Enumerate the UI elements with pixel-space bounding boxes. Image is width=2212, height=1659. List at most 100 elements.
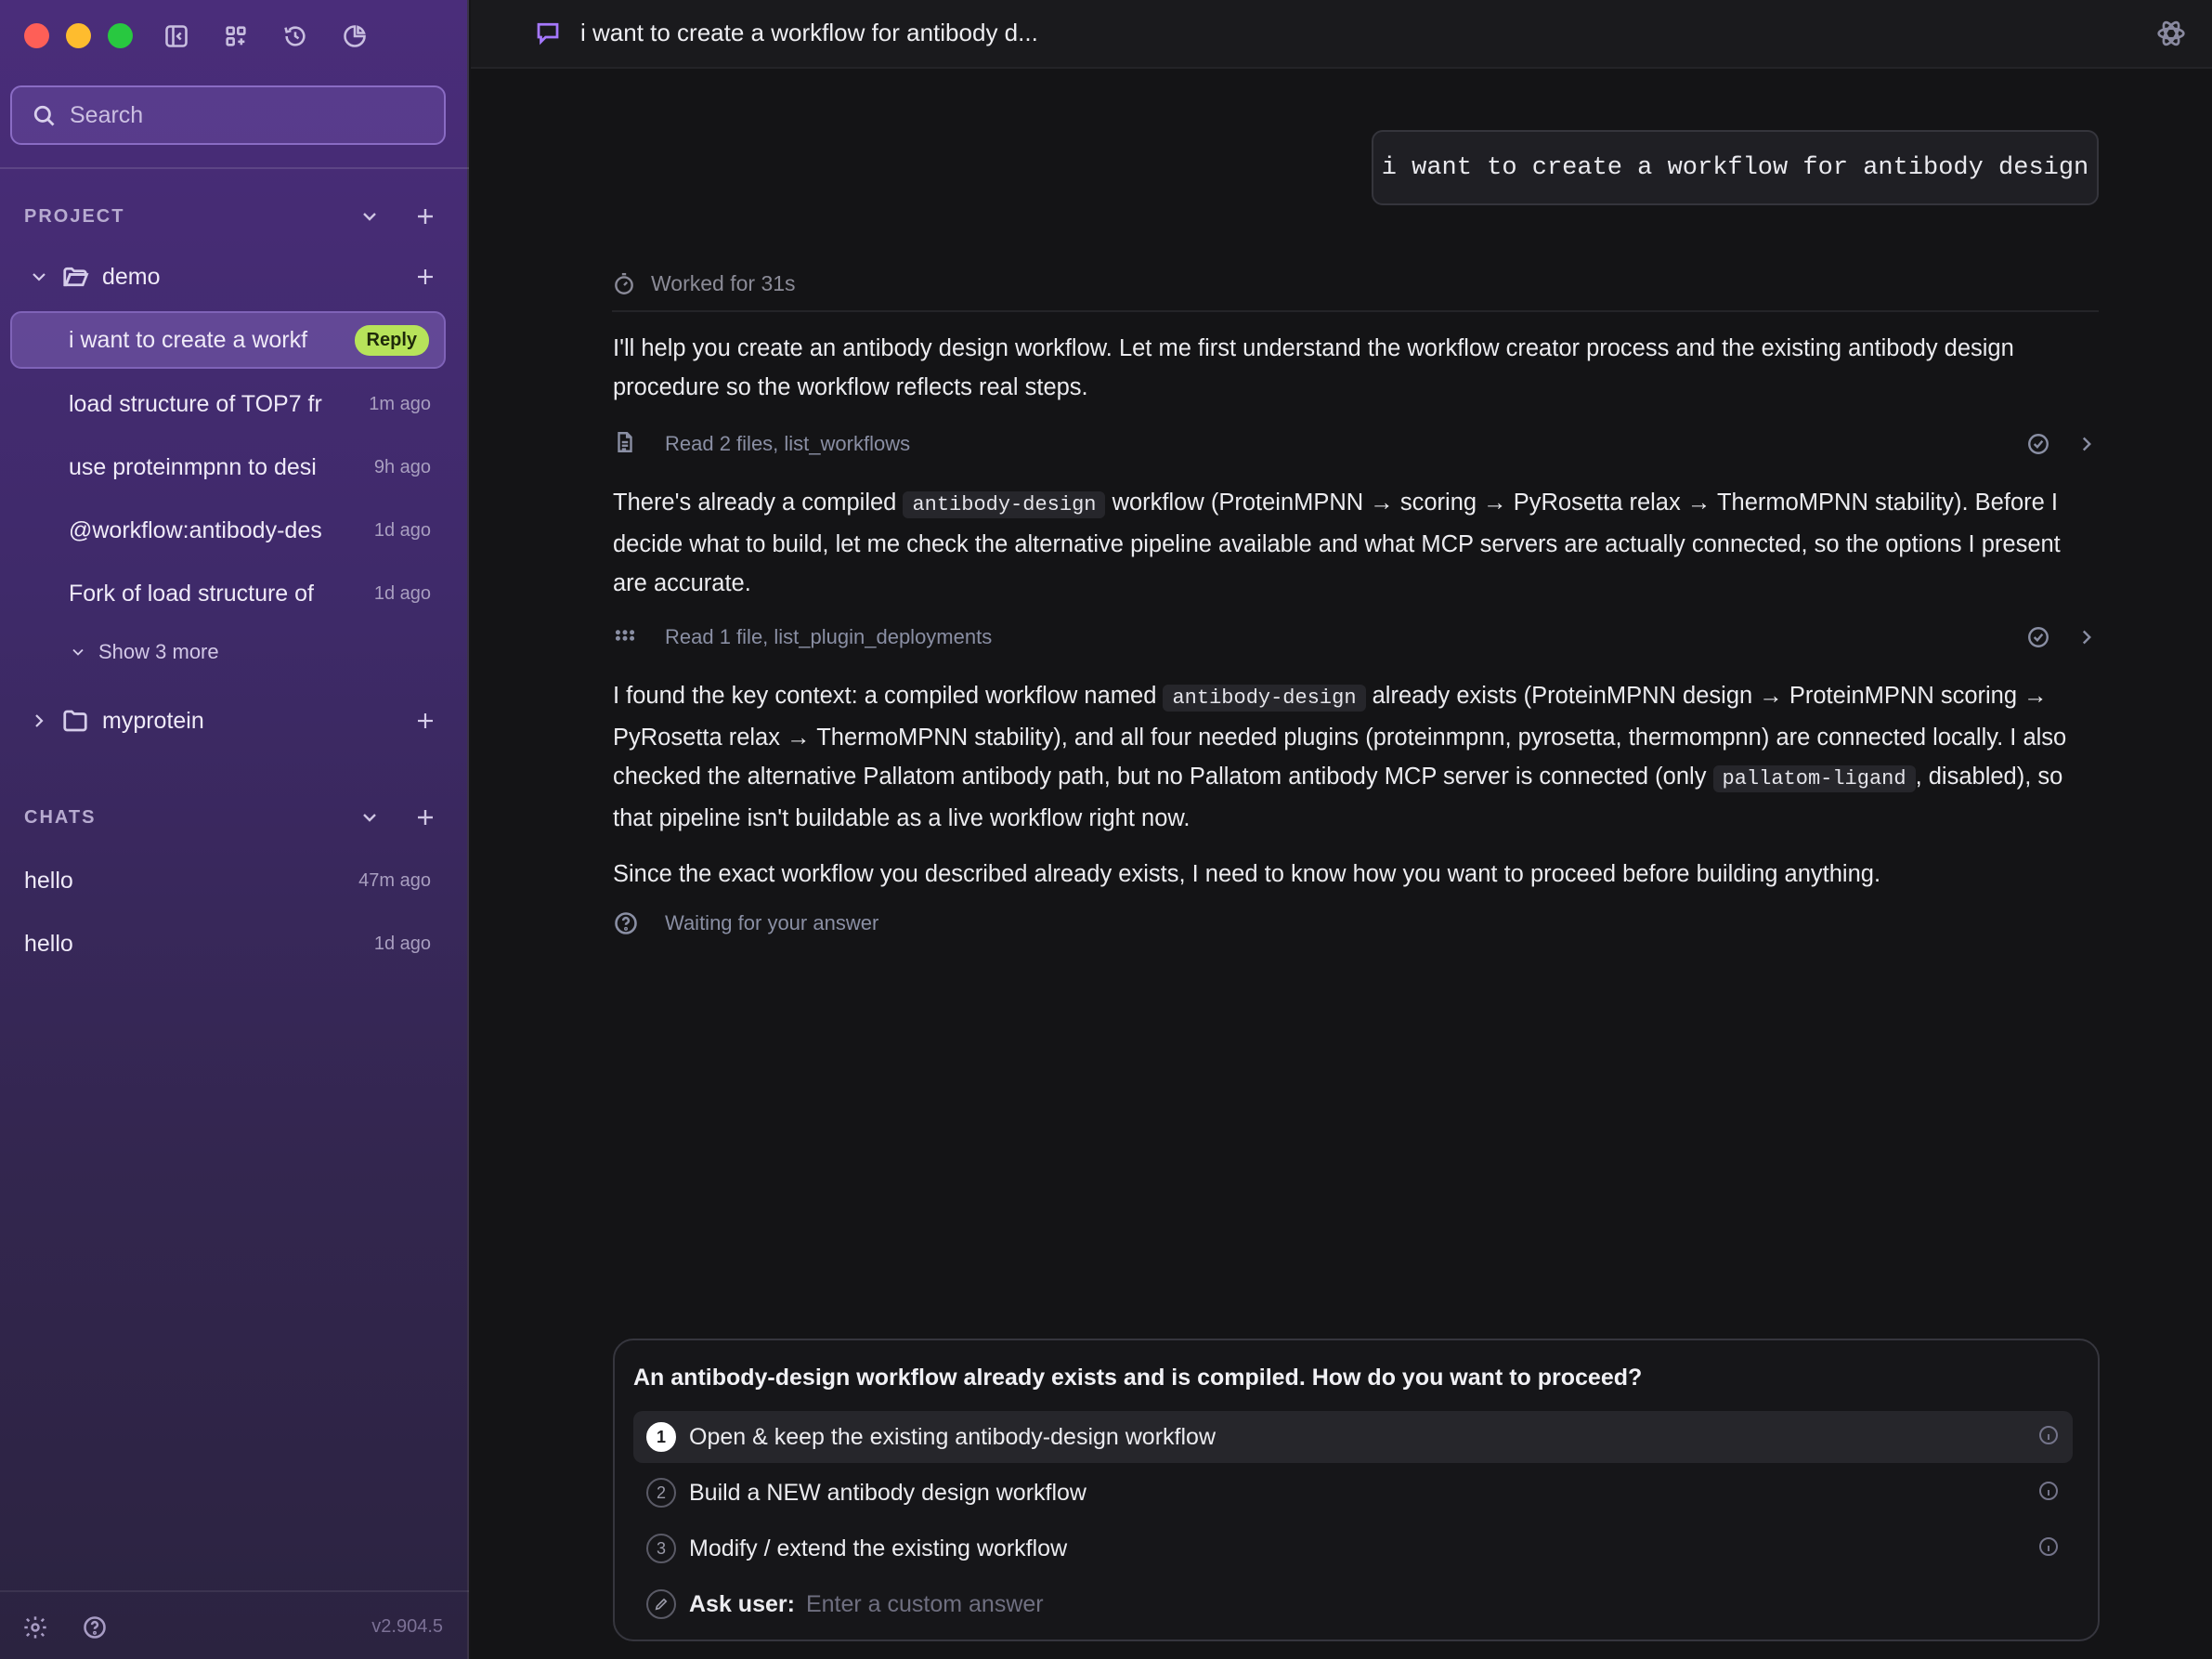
chevron-right-icon[interactable] bbox=[28, 710, 50, 732]
sidebar-item-time: 9h ago bbox=[373, 456, 431, 477]
sidebar-item-label: Fork of load structure of bbox=[69, 580, 315, 607]
chevron-down-icon[interactable] bbox=[28, 266, 50, 288]
sidebar-item-label: load structure of TOP7 fr bbox=[69, 390, 322, 417]
chevron-right-icon[interactable] bbox=[2075, 625, 2099, 649]
info-icon[interactable] bbox=[2037, 1480, 2060, 1507]
sidebar-toolbar bbox=[160, 20, 371, 53]
divider bbox=[0, 1590, 469, 1592]
reply-badge[interactable]: Reply bbox=[354, 324, 429, 356]
custom-answer-input[interactable] bbox=[805, 1590, 1642, 1618]
sidebar-item-time: 1m ago bbox=[369, 393, 431, 414]
inline-code: antibody-design bbox=[903, 491, 1106, 518]
main-panel: i want to create a workflow for antibody… bbox=[471, 0, 2212, 1659]
user-message: i want to create a workflow for antibody… bbox=[1372, 130, 2099, 205]
add-project-icon[interactable] bbox=[414, 205, 436, 228]
tool-call-label: Read 2 files, list_workflows bbox=[665, 432, 911, 455]
pencil-icon bbox=[646, 1589, 676, 1619]
chats-section-label: CHATS bbox=[24, 806, 97, 828]
folder-name: myprotein bbox=[102, 707, 204, 734]
show-more-button[interactable]: Show 3 more bbox=[69, 629, 347, 675]
folder-myprotein[interactable]: myprotein bbox=[28, 698, 446, 744]
chat-item-label: hello bbox=[24, 867, 73, 894]
inline-code: pallatom-ligand bbox=[1712, 765, 1916, 792]
history-icon[interactable] bbox=[279, 20, 312, 53]
waiting-label: Waiting for your answer bbox=[665, 911, 879, 934]
option-3[interactable]: 3 Modify / extend the existing workflow bbox=[633, 1522, 2073, 1574]
chevron-down-icon[interactable] bbox=[358, 205, 381, 228]
tool-call-row[interactable]: Read 1 file, list_plugin_deployments bbox=[613, 619, 2099, 656]
project-section-label: PROJECT bbox=[24, 205, 125, 227]
sidebar-item-label: use proteinmpnn to desi bbox=[69, 453, 317, 480]
question-prompt: An antibody-design workflow already exis… bbox=[633, 1365, 1643, 1391]
folder-demo[interactable]: demo bbox=[28, 254, 446, 300]
text: There's already a compiled bbox=[613, 490, 904, 516]
chat-item[interactable]: hello 1d ago bbox=[10, 915, 446, 973]
sidebar-item[interactable]: Fork of load structure of 1d ago bbox=[10, 565, 446, 622]
folder-name: demo bbox=[102, 263, 161, 290]
help-icon[interactable] bbox=[82, 1614, 108, 1640]
question-card: An antibody-design workflow already exis… bbox=[613, 1339, 2100, 1641]
grid-icon[interactable] bbox=[219, 20, 253, 53]
option-number: 1 bbox=[646, 1422, 676, 1452]
usage-chart-icon[interactable] bbox=[338, 20, 371, 53]
search-icon bbox=[33, 105, 55, 126]
app-window: PROJECT demo i want to create a workf Re… bbox=[0, 0, 2212, 1659]
option-label: Build a NEW antibody design workflow bbox=[689, 1479, 1086, 1506]
atom-icon[interactable] bbox=[2156, 19, 2186, 53]
option-label: Open & keep the existing antibody-design… bbox=[689, 1423, 1216, 1450]
option-1[interactable]: 1 Open & keep the existing antibody-desi… bbox=[633, 1411, 2073, 1463]
add-item-icon[interactable] bbox=[414, 266, 436, 288]
file-icon bbox=[613, 430, 637, 459]
info-icon[interactable] bbox=[2037, 1424, 2060, 1451]
check-circle-icon bbox=[2028, 434, 2049, 454]
sidebar-item-time: 1d ago bbox=[373, 582, 431, 604]
search-box[interactable] bbox=[10, 85, 446, 145]
sidebar-item-label: i want to create a workf bbox=[69, 326, 308, 353]
minimize-window-button[interactable] bbox=[66, 23, 91, 48]
search-input[interactable] bbox=[70, 101, 423, 129]
toggle-sidebar-icon[interactable] bbox=[160, 20, 193, 53]
sidebar-footer bbox=[22, 1614, 108, 1640]
maximize-window-button[interactable] bbox=[108, 23, 133, 48]
text: I found the key context: a compiled work… bbox=[613, 683, 1164, 709]
option-number: 2 bbox=[646, 1478, 676, 1508]
stopwatch-icon bbox=[615, 272, 633, 294]
info-icon[interactable] bbox=[2037, 1535, 2060, 1562]
add-item-icon[interactable] bbox=[414, 710, 436, 732]
option-number: 3 bbox=[646, 1534, 676, 1563]
folder-icon bbox=[63, 710, 87, 732]
chat-item-label: hello bbox=[24, 930, 73, 957]
inline-code: antibody-design bbox=[1163, 685, 1366, 712]
chevron-down-icon[interactable] bbox=[358, 806, 381, 829]
sidebar-item[interactable]: @workflow:antibody-des 1d ago bbox=[10, 502, 446, 559]
add-chat-icon[interactable] bbox=[414, 806, 436, 829]
tool-call-row[interactable]: Read 2 files, list_workflows bbox=[613, 425, 2099, 463]
divider bbox=[0, 167, 469, 169]
custom-answer-row[interactable]: Ask user: bbox=[633, 1578, 2073, 1630]
sidebar-item[interactable]: load structure of TOP7 fr 1m ago bbox=[10, 375, 446, 433]
chat-header: i want to create a workflow for antibody… bbox=[471, 0, 2212, 69]
close-window-button[interactable] bbox=[24, 23, 49, 48]
chevron-right-icon[interactable] bbox=[2075, 432, 2099, 456]
sidebar-item-time: 1d ago bbox=[373, 519, 431, 541]
chats-section-header: CHATS bbox=[24, 799, 442, 836]
assistant-paragraph: Since the exact workflow you described a… bbox=[613, 861, 1881, 887]
dots-grid-icon bbox=[613, 623, 637, 652]
ask-user-label: Ask user: bbox=[689, 1590, 795, 1617]
option-label: Modify / extend the existing workflow bbox=[689, 1535, 1068, 1561]
worked-status[interactable]: Worked for 31s bbox=[612, 271, 796, 296]
chat-item-time: 1d ago bbox=[373, 933, 431, 954]
assistant-paragraph: I found the key context: a compiled work… bbox=[613, 676, 2099, 838]
chat-bubble-icon bbox=[534, 19, 562, 51]
chat-item[interactable]: hello 47m ago bbox=[10, 852, 446, 909]
gear-icon[interactable] bbox=[22, 1614, 48, 1640]
question-circle-icon bbox=[615, 912, 637, 934]
chat-title: i want to create a workflow for antibody… bbox=[580, 19, 1038, 46]
app-version: v2.904.5 bbox=[371, 1616, 443, 1637]
sidebar-item-label: @workflow:antibody-des bbox=[69, 516, 322, 543]
window-controls bbox=[24, 23, 133, 48]
worked-label: Worked for 31s bbox=[651, 271, 796, 295]
sidebar-item-active-chat[interactable]: i want to create a workf Reply bbox=[10, 311, 446, 369]
option-2[interactable]: 2 Build a NEW antibody design workflow bbox=[633, 1467, 2073, 1519]
sidebar-item[interactable]: use proteinmpnn to desi 9h ago bbox=[10, 438, 446, 496]
